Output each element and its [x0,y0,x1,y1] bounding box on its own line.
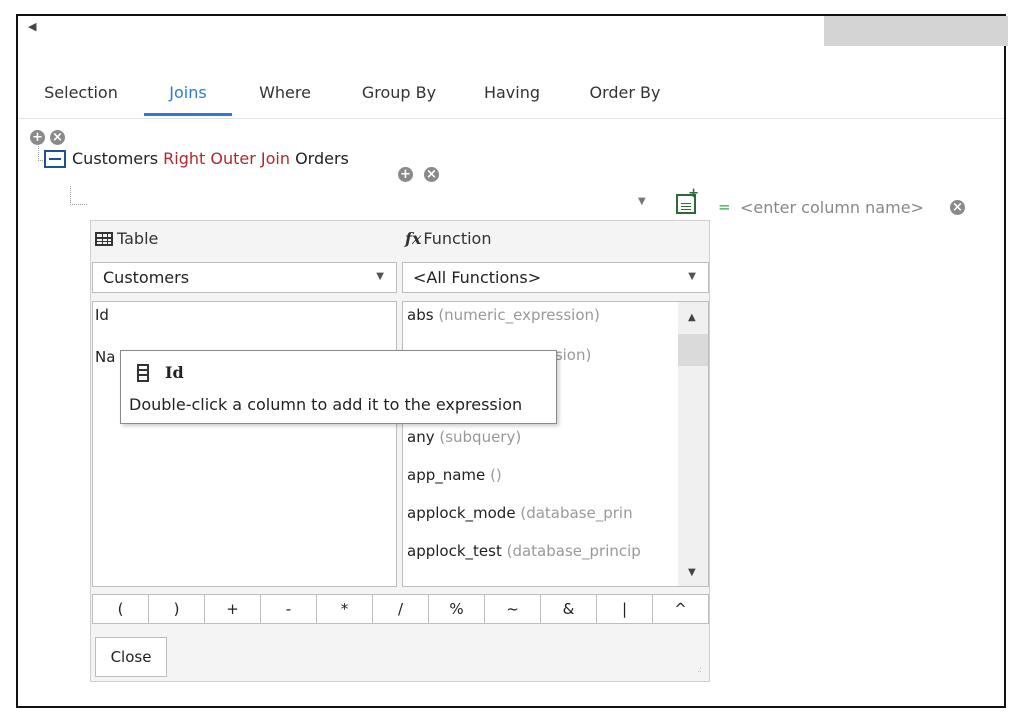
tab-where[interactable]: Where [254,82,316,116]
scroll-down-icon[interactable]: ▼ [688,567,696,578]
function-select[interactable]: <All Functions> ▼ [402,262,709,293]
function-name: applock_test [407,542,502,560]
top-bar: ◀ [18,16,1008,46]
function-args: (numeric_expression) [438,306,600,324]
tab-group-by[interactable]: Group By [358,82,440,116]
function-select-value: <All Functions> [413,268,542,287]
join-type[interactable]: Right Outer Join [163,149,290,168]
operator-plus-button[interactable]: + [204,594,261,624]
function-item[interactable]: any (subquery) [407,428,521,446]
function-item[interactable]: abs (numeric_expression) [407,306,600,324]
operator-divide-button[interactable]: / [372,594,429,624]
function-list-scrollbar[interactable]: ▲ ▼ [678,302,708,586]
horizontal-scrollbar-thumb[interactable] [824,16,1008,46]
table-select[interactable]: Customers ▼ [92,262,397,293]
table-header-label: Table [117,229,159,248]
join-description[interactable]: Customers Right Outer Join Orders [72,148,349,170]
function-args: (database_prin [520,504,633,522]
chevron-down-icon[interactable]: ▼ [638,196,646,207]
operator-open-paren-button[interactable]: ( [92,594,149,624]
function-header-label: Function [423,229,492,248]
operator-multiply-button[interactable]: * [316,594,373,624]
add-join-icon[interactable]: + [30,130,45,145]
function-name: app_name [407,466,486,484]
insert-expression-icon[interactable] [676,186,699,214]
column-name-placeholder[interactable]: <enter column name> [740,198,924,217]
operator-bitwise-not-button[interactable]: ~ [484,594,541,624]
function-name: any [407,428,435,446]
operator-modulo-button[interactable]: % [428,594,485,624]
table-select-value: Customers [103,268,190,287]
table-icon [95,232,113,246]
scroll-up-icon[interactable]: ▲ [688,312,696,323]
expression-input[interactable]: ▼ [90,186,710,218]
triangle-left-icon[interactable]: ◀ [28,20,36,33]
tab-bar: Selection Joins Where Group By Having Or… [18,82,1004,119]
scrollbar-thumb[interactable] [678,334,708,366]
column-tooltip: Id Double-click a column to add it to th… [120,350,557,424]
close-button[interactable]: Close [95,637,167,677]
fx-icon: fx [405,229,422,248]
chevron-down-icon: ▼ [688,271,696,282]
column-item[interactable]: Na [95,348,115,366]
operator-bitwise-or-button[interactable]: | [596,594,653,624]
operator-bitwise-and-button[interactable]: & [540,594,597,624]
tab-order-by[interactable]: Order By [586,82,664,116]
tab-joins[interactable]: Joins [144,82,232,116]
function-name: abs [407,306,434,324]
tab-selection[interactable]: Selection [40,82,122,116]
remove-all-joins-icon[interactable]: × [50,130,65,145]
resize-grip-icon[interactable]: .: [697,665,702,675]
function-name: applock_mode [407,504,516,522]
tree-connector-condition [70,186,87,205]
operator-minus-button[interactable]: - [260,594,317,624]
column-icon [137,364,149,382]
function-args: (subquery) [439,428,522,446]
chevron-down-icon: ▼ [376,271,384,282]
table-header: Table [95,229,158,248]
function-list[interactable]: abs (numeric_expression) ssion) any (sub… [402,301,709,587]
column-item[interactable]: Id [95,306,109,324]
function-args: () [490,466,502,484]
function-header: fx Function [405,229,491,248]
add-condition-icon[interactable]: + [398,167,413,182]
function-item[interactable]: applock_test (database_princip [407,542,641,560]
join-left-table[interactable]: Customers [72,149,158,168]
column-list[interactable]: Id Na [92,301,397,587]
operator-bar: ( ) + - * / % ~ & | ^ [92,594,709,624]
join-right-table[interactable]: Orders [295,149,349,168]
remove-join-icon[interactable]: × [424,167,439,182]
function-item[interactable]: app_name () [407,466,502,484]
operator-close-paren-button[interactable]: ) [148,594,205,624]
tooltip-text: Double-click a column to add it to the e… [129,395,523,414]
operator-bitwise-xor-button[interactable]: ^ [652,594,709,624]
tab-having[interactable]: Having [480,82,544,116]
expression-editor-panel: Table fx Function Customers ▼ <All Functi… [90,220,710,682]
function-args: (database_princip [506,542,641,560]
collapse-node-icon[interactable] [44,150,66,168]
equals-operator: = [718,198,731,216]
tooltip-title: Id [165,363,184,382]
remove-condition-icon[interactable]: × [950,200,965,215]
function-item[interactable]: applock_mode (database_prin [407,504,633,522]
